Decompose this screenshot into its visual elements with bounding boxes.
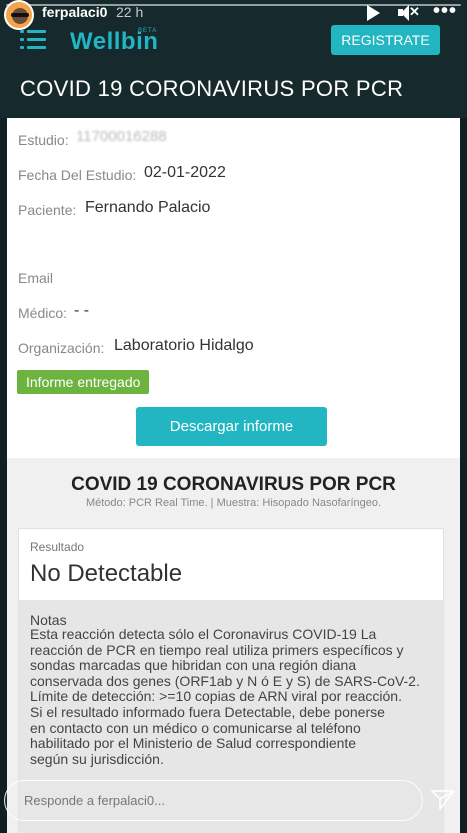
doctor-label: Médico:: [18, 305, 68, 321]
study-date-label: Fecha Del Estudio:: [18, 167, 137, 183]
report-method: Método: PCR Real Time. | Muestra: Hisopa…: [85, 497, 382, 509]
download-report-button[interactable]: Descargar informe: [136, 407, 327, 446]
speaker-cone: [401, 5, 409, 21]
notes-line: Si el resultado informado fuera Detectab…: [30, 703, 385, 720]
email-label: Email: [18, 270, 54, 286]
study-id-value: 11700016288: [76, 128, 167, 145]
notes-line: habilitado por el Ministerio de Salud co…: [30, 735, 357, 752]
result-label: Resultado: [30, 540, 85, 554]
menu-icon[interactable]: [20, 30, 46, 50]
notes-line: en contacto con un médico o comunicarse …: [30, 719, 361, 736]
notes-line: según su jurisdicción.: [30, 750, 164, 767]
patient-value: Fernando Palacio: [85, 199, 211, 216]
notes-line: Esta reacción detecta sólo el Coronaviru…: [30, 626, 377, 642]
study-id-label: Estudio:: [18, 132, 69, 148]
notes-line: reacción de PCR en tiempo real utiliza p…: [30, 641, 404, 658]
mute-x: ✕: [409, 4, 420, 19]
organization-label: Organización:: [18, 340, 105, 356]
send-icon[interactable]: [431, 790, 455, 810]
page-title: COVID 19 CORONAVIRUS POR PCR: [20, 76, 404, 101]
register-button[interactable]: REGISTRATE: [331, 25, 440, 55]
avatar-glasses: [11, 13, 29, 17]
mute-icon[interactable]: ✕: [398, 3, 420, 23]
status-badge: Informe entregado: [17, 370, 150, 394]
notes-line: Límite de detección: >=10 copias de ARN …: [30, 688, 402, 705]
report-title: COVID 19 CORONAVIRUS POR PCR: [71, 474, 396, 495]
result-value: No Detectable: [30, 560, 183, 587]
notes-body: Esta reacción detecta sólo el Coronaviru…: [30, 626, 438, 767]
patient-label: Paciente:: [18, 202, 77, 218]
notes-line: conservada dos genes (ORF1ab y N ó E y S…: [30, 672, 420, 689]
organization-value: Laboratorio Hidalgo: [114, 337, 254, 354]
story-time: 22 h: [116, 4, 144, 20]
study-date-value: 02-01-2022: [144, 164, 226, 181]
beta-tag: BETA: [138, 28, 158, 34]
avatar[interactable]: [4, 0, 34, 30]
story-username[interactable]: ferpalaci0: [42, 4, 107, 20]
play-icon[interactable]: [367, 5, 380, 21]
doctor-value: - -: [74, 302, 90, 319]
story-viewer: ferpalaci0 22 h ✕ ••• Wellbin BETA REGIS…: [0, 0, 467, 833]
reply-placeholder: Responde a ferpalaci0...: [24, 793, 165, 808]
more-icon[interactable]: •••: [433, 0, 457, 23]
notes-line: sondas marcadas que hibridan con una reg…: [30, 657, 357, 674]
